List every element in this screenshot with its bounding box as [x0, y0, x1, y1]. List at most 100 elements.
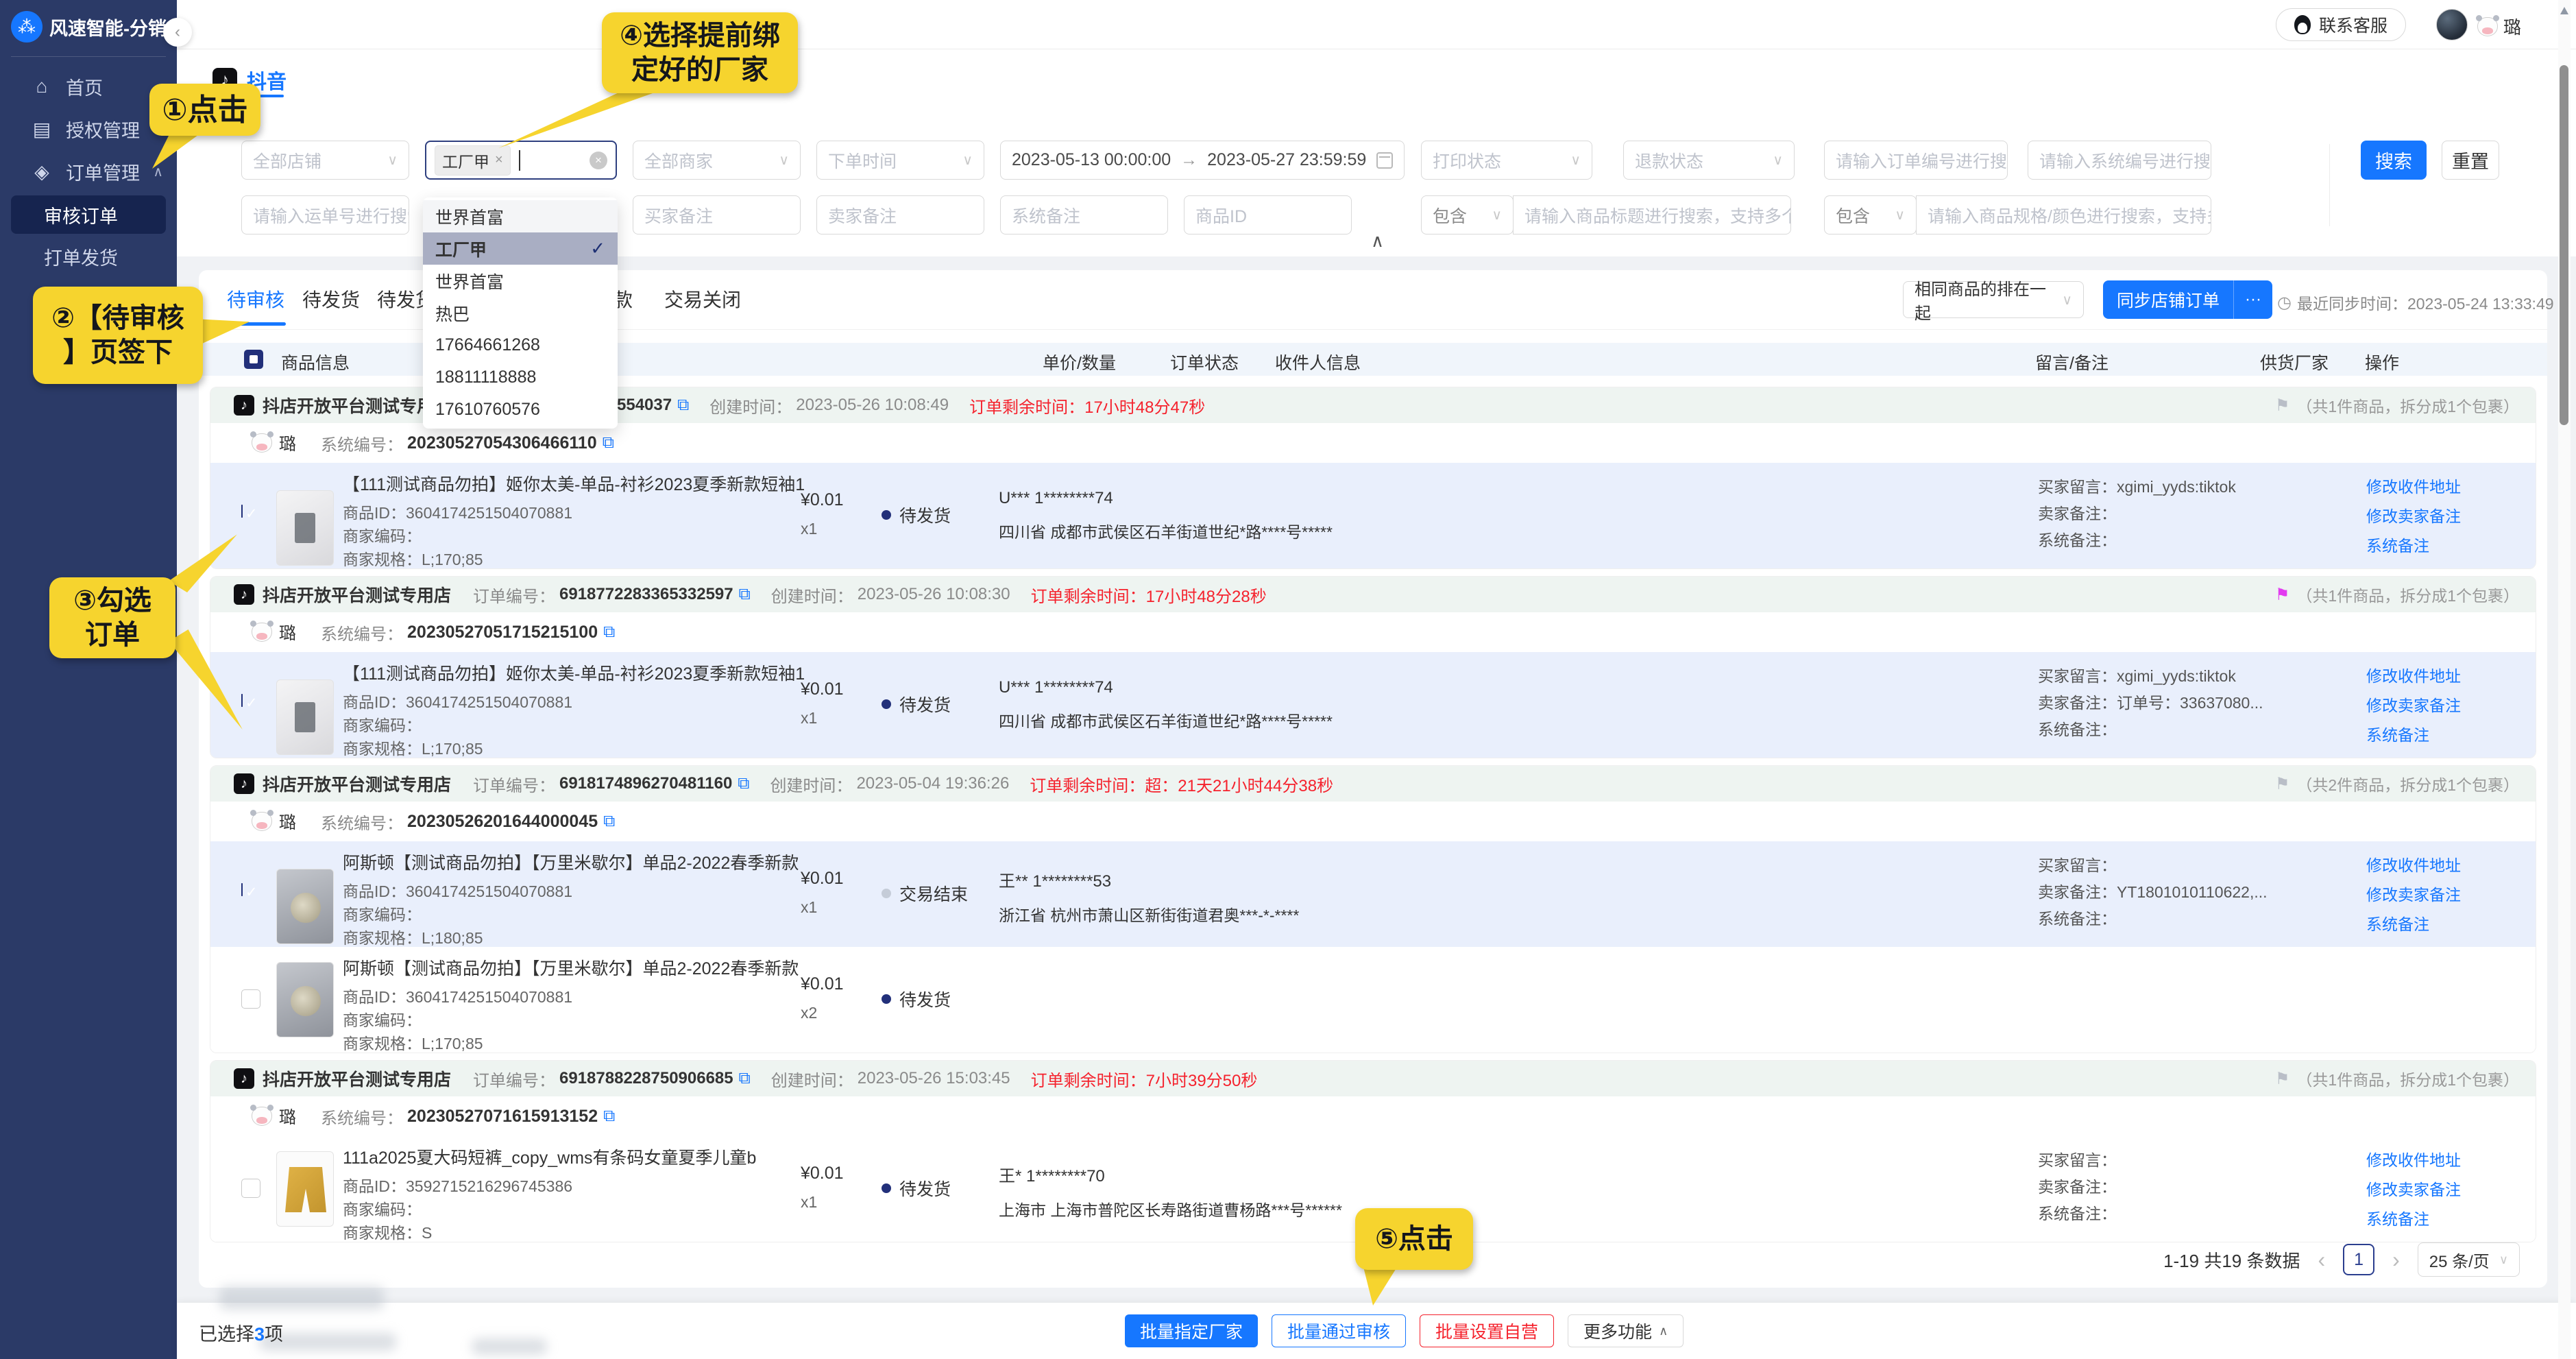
shop-name: 抖店开放平台测试专用店	[263, 771, 451, 796]
edit-address-link[interactable]: 修改收件地址	[2366, 1146, 2461, 1175]
batch-assign-factory-button[interactable]: 批量指定厂家	[1125, 1314, 1258, 1347]
clear-icon[interactable]: ×	[590, 152, 607, 169]
sys-note-link[interactable]: 系统备注	[2366, 721, 2461, 750]
page-size-select[interactable]: 25 条/页 ∨	[2418, 1242, 2520, 1277]
tag-close-icon[interactable]: ×	[495, 152, 503, 168]
sidebar-item-order-management[interactable]: ◈ 订单管理 ∧	[0, 150, 177, 193]
col-remarks: 留言/备注	[2035, 350, 2109, 374]
factory-multiselect[interactable]: 工厂甲× ×	[425, 141, 617, 180]
dropdown-option[interactable]: 世界首富	[423, 200, 618, 232]
col-price-qty: 单价/数量	[1043, 350, 1116, 374]
col-order-status: 订单状态	[1170, 350, 1239, 374]
sys-note-link[interactable]: 系统备注	[2366, 531, 2461, 561]
edit-seller-note-link[interactable]: 修改卖家备注	[2366, 691, 2461, 721]
sidebar-collapse-button[interactable]: ‹	[163, 18, 192, 47]
product-title-input[interactable]: 请输入商品标题进行搜索，支持多个用逗...	[1513, 195, 1791, 234]
shop-select[interactable]: 全部店铺∨	[241, 141, 409, 180]
row-checkbox-checked[interactable]	[241, 505, 243, 518]
order-time-type-select[interactable]: 下单时间∨	[816, 141, 984, 180]
order-no-input[interactable]: 请输入订单编号进行搜...	[1824, 141, 2008, 180]
edit-seller-note-link[interactable]: 修改卖家备注	[2366, 880, 2461, 910]
batch-self-operate-button[interactable]: 批量设置自营	[1420, 1314, 1554, 1347]
user-avatar[interactable]	[2436, 9, 2468, 40]
tab-pending-ship[interactable]: 待发货	[302, 285, 360, 313]
recipient-info: 王** 1********53 浙江省 杭州市萧山区新街街道君奥***-*-**…	[999, 867, 1299, 926]
more-functions-button[interactable]: 更多功能 ∧	[1568, 1314, 1684, 1347]
dropdown-option-selected[interactable]: 工厂甲 ✓	[423, 232, 618, 265]
scroll-up-icon[interactable]	[2560, 7, 2568, 14]
print-status-select[interactable]: 打印状态∨	[1421, 141, 1592, 180]
row-checkbox-unchecked[interactable]	[241, 1179, 260, 1198]
row-checkbox-checked[interactable]	[241, 883, 243, 896]
dropdown-option[interactable]: 17664661268	[423, 329, 618, 361]
product-spec-input[interactable]: 请输入商品规格/颜色进行搜索，支持多个...	[1916, 195, 2211, 234]
order-no: 554037	[617, 396, 672, 415]
buyer-note-input[interactable]: 买家备注	[633, 195, 801, 234]
edit-address-link[interactable]: 修改收件地址	[2366, 851, 2461, 880]
batch-approve-button[interactable]: 批量通过审核	[1272, 1314, 1406, 1347]
sys-note-link[interactable]: 系统备注	[2366, 1205, 2461, 1234]
product-id-input[interactable]: 商品ID	[1184, 195, 1352, 234]
callout-step1: ①点击	[149, 84, 260, 136]
page-number[interactable]: 1	[2343, 1244, 2374, 1275]
merchant-select[interactable]: 全部商家∨	[633, 141, 801, 180]
contain-select-title[interactable]: 包含∨	[1421, 195, 1514, 234]
sys-note-input[interactable]: 系统备注	[1000, 195, 1168, 234]
copy-icon[interactable]: ⧉	[603, 1107, 615, 1126]
refund-status-select[interactable]: 退款状态∨	[1623, 141, 1795, 180]
sidebar-item-audit-orders[interactable]: 审核订单	[11, 195, 166, 234]
copy-icon[interactable]: ⧉	[739, 585, 751, 604]
seller-note-input[interactable]: 卖家备注	[816, 195, 984, 234]
edit-seller-note-link[interactable]: 修改卖家备注	[2366, 502, 2461, 531]
edit-address-link[interactable]: 修改收件地址	[2366, 662, 2461, 691]
sys-note-link[interactable]: 系统备注	[2366, 910, 2461, 939]
price: ¥0.01	[801, 1164, 844, 1183]
user-name[interactable]: 璐	[2477, 14, 2521, 39]
product-id: 3604174251504070881	[406, 882, 572, 900]
prev-page-icon[interactable]: ‹	[2318, 1247, 2325, 1273]
dropdown-option[interactable]: 热巴	[423, 297, 618, 329]
batch-action-bar: 已选择3项 批量指定厂家 批量通过审核 批量设置自营 更多功能 ∧	[177, 1303, 2576, 1359]
product-title: 阿斯顿【测试商品勿拍】【万里米歇尔】单品2-2022春季新款	[343, 955, 795, 980]
scrollbar[interactable]	[2558, 0, 2571, 1359]
order-management-page: ⁂ 风速智能-分销代发 ⌂ 首页 ▤ 授权管理 ∨ ◈ 订单管理 ∧ 审核订单 …	[0, 0, 2576, 1359]
sort-select[interactable]: 相同商品的排在一起∨	[1903, 281, 2084, 318]
copy-icon[interactable]: ⧉	[738, 774, 749, 793]
reset-button[interactable]: 重置	[2442, 141, 2499, 180]
order-no: 6918772283365332597	[559, 585, 733, 604]
dropdown-option[interactable]: 17610760576	[423, 394, 618, 426]
sync-more-button[interactable]: ···	[2233, 280, 2272, 319]
sidebar-item-print-ship[interactable]: 打单发货	[0, 237, 177, 276]
tab-pending-audit[interactable]: 待审核	[227, 285, 284, 313]
chevron-down-icon: ∨	[2062, 291, 2072, 309]
scrollbar-thumb[interactable]	[2560, 65, 2568, 425]
contain-select-spec[interactable]: 包含∨	[1824, 195, 1917, 234]
edit-seller-note-link[interactable]: 修改卖家备注	[2366, 1175, 2461, 1205]
collapse-filters-icon[interactable]: ∧	[1371, 230, 1384, 252]
copy-icon[interactable]: ⧉	[603, 812, 615, 831]
copy-icon[interactable]: ⧉	[603, 623, 615, 642]
dropdown-option[interactable]: 18811118888	[423, 361, 618, 394]
sync-orders-button[interactable]: 同步店铺订单	[2103, 280, 2233, 319]
copy-icon[interactable]: ⧉	[677, 396, 689, 415]
dropdown-option[interactable]: 世界首富	[423, 265, 618, 297]
select-all-checkbox[interactable]	[244, 350, 263, 369]
next-page-icon[interactable]: ›	[2392, 1247, 2400, 1273]
contact-support-button[interactable]: 联系客服	[2276, 8, 2406, 41]
tab-trade-closed[interactable]: 交易关闭	[664, 285, 741, 313]
callout-step3: ③勾选 订单	[49, 577, 175, 658]
row-checkbox-unchecked[interactable]	[241, 989, 260, 1009]
edit-address-link[interactable]: 修改收件地址	[2366, 472, 2461, 502]
tiktok-icon: ♪	[234, 395, 254, 416]
chevron-down-icon: ∨	[1565, 152, 1581, 169]
copy-icon[interactable]: ⧉	[739, 1069, 751, 1088]
waybill-input[interactable]: 请输入运单号进行搜索...	[241, 195, 409, 234]
date-range-picker[interactable]: 2023-05-13 00:00:00 → 2023-05-27 23:59:5…	[1000, 141, 1405, 180]
factory-tag[interactable]: 工厂甲×	[435, 145, 511, 176]
price: ¥0.01	[801, 974, 844, 994]
operator-name: 璐	[279, 431, 296, 455]
copy-icon[interactable]: ⧉	[603, 433, 614, 453]
sys-no-input[interactable]: 请输入系统编号进行搜...	[2028, 141, 2211, 180]
row-checkbox-checked[interactable]	[241, 694, 243, 707]
search-button[interactable]: 搜索	[2361, 141, 2427, 180]
